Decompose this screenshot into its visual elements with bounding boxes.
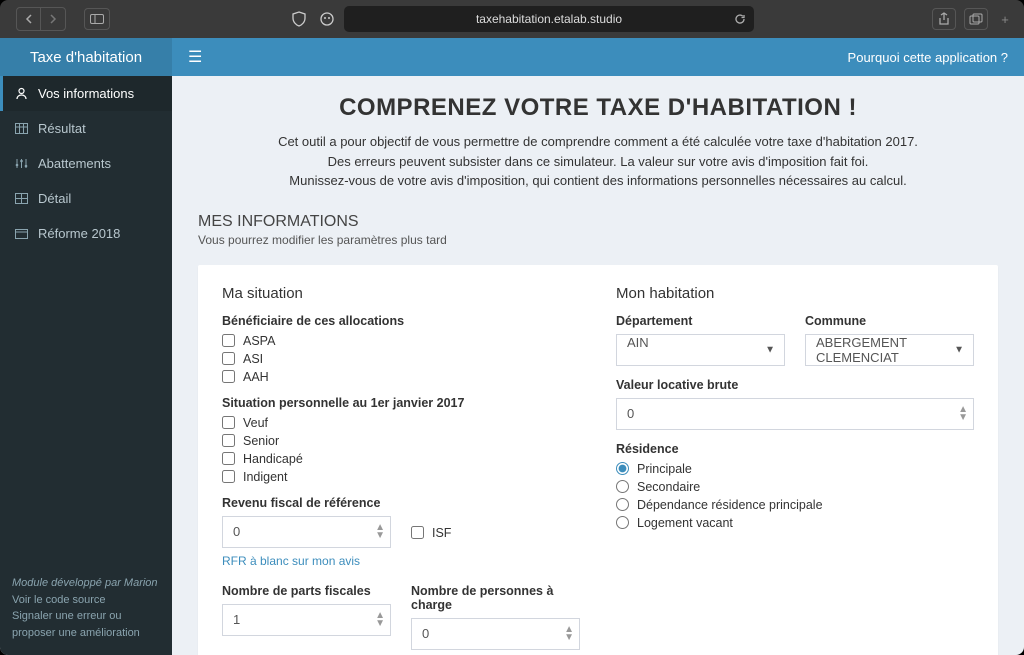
charge-input[interactable] bbox=[411, 618, 580, 650]
sidebar-item-label: Résultat bbox=[38, 121, 86, 136]
sidebar-item-reforme[interactable]: Réforme 2018 bbox=[0, 216, 172, 251]
vlb-input[interactable] bbox=[616, 398, 974, 430]
top-right-link[interactable]: Pourquoi cette application ? bbox=[848, 50, 1008, 65]
checkbox-handicape[interactable]: Handicapé bbox=[222, 452, 580, 466]
back-button[interactable] bbox=[17, 8, 41, 30]
url-text: taxehabitation.etalab.studio bbox=[476, 12, 622, 26]
rfr-input[interactable] bbox=[222, 516, 391, 548]
credit-text: Module développé par Marion bbox=[12, 575, 160, 592]
isf-label: ISF bbox=[432, 526, 451, 540]
sliders-icon bbox=[14, 157, 28, 170]
checkbox-veuf[interactable]: Veuf bbox=[222, 416, 580, 430]
sidebar-toggle-icon[interactable] bbox=[84, 8, 110, 30]
rfr-label: Revenu fiscal de référence bbox=[222, 496, 391, 510]
checkbox-indigent[interactable]: Indigent bbox=[222, 470, 580, 484]
commune-select[interactable]: ABERGEMENT CLEMENCIAT bbox=[805, 334, 974, 366]
browser-chrome: taxehabitation.etalab.studio + bbox=[0, 0, 1024, 38]
sidebar-item-label: Abattements bbox=[38, 156, 111, 171]
radio-principale[interactable]: Principale bbox=[616, 462, 974, 476]
sidebar-item-label: Vos informations bbox=[38, 86, 134, 101]
sidebar-item-vos-informations[interactable]: Vos informations bbox=[0, 76, 172, 111]
rfr-blank-link[interactable]: RFR à blanc sur mon avis bbox=[222, 554, 360, 568]
dept-label: Département bbox=[616, 314, 785, 328]
topbar: ☰ Pourquoi cette application ? bbox=[172, 38, 1024, 76]
bug-icon[interactable] bbox=[316, 8, 338, 30]
app-brand[interactable]: Taxe d'habitation bbox=[0, 38, 172, 76]
nav-buttons bbox=[16, 7, 66, 31]
checkbox-senior[interactable]: Senior bbox=[222, 434, 580, 448]
habitation-heading: Mon habitation bbox=[616, 285, 974, 302]
tabs-icon[interactable] bbox=[964, 8, 988, 30]
commune-label: Commune bbox=[805, 314, 974, 328]
dept-select[interactable]: AIN bbox=[616, 334, 785, 366]
new-tab-icon[interactable]: + bbox=[996, 12, 1014, 27]
checkbox-asi[interactable]: ASI bbox=[222, 352, 580, 366]
forward-button[interactable] bbox=[41, 8, 65, 30]
grid-icon bbox=[14, 193, 28, 204]
radio-vacant[interactable]: Logement vacant bbox=[616, 516, 974, 530]
perso-label: Situation personnelle au 1er janvier 201… bbox=[222, 396, 580, 410]
sidebar-item-abattements[interactable]: Abattements bbox=[0, 146, 172, 181]
radio-secondaire[interactable]: Secondaire bbox=[616, 480, 974, 494]
sidebar-item-label: Réforme 2018 bbox=[38, 226, 120, 241]
parts-input[interactable] bbox=[222, 604, 391, 636]
sidebar-footer: Module développé par Marion Voir le code… bbox=[0, 565, 172, 655]
hamburger-icon[interactable]: ☰ bbox=[188, 47, 202, 67]
parts-label: Nombre de parts fiscales bbox=[222, 584, 391, 598]
situation-heading: Ma situation bbox=[222, 285, 580, 302]
vlb-label: Valeur locative brute bbox=[616, 378, 974, 392]
section-title: MES INFORMATIONS bbox=[198, 213, 998, 231]
url-field[interactable]: taxehabitation.etalab.studio bbox=[344, 6, 754, 32]
sidebar-item-detail[interactable]: Détail bbox=[0, 181, 172, 216]
report-link[interactable]: Signaler une erreur ou proposer une amél… bbox=[12, 608, 160, 641]
residence-label: Résidence bbox=[616, 442, 974, 456]
calendar-icon bbox=[14, 228, 28, 239]
habitation-column: Mon habitation Département AIN ▼ bbox=[616, 285, 974, 650]
sidebar-item-resultat[interactable]: Résultat bbox=[0, 111, 172, 146]
radio-dependance[interactable]: Dépendance résidence principale bbox=[616, 498, 974, 512]
section-subtitle: Vous pourrez modifier les paramètres plu… bbox=[198, 233, 998, 247]
share-icon[interactable] bbox=[932, 8, 956, 30]
source-link[interactable]: Voir le code source bbox=[12, 592, 160, 609]
sidebar-item-label: Détail bbox=[38, 191, 71, 206]
table-icon bbox=[14, 123, 28, 134]
sidebar: Taxe d'habitation Vos informations Résul… bbox=[0, 38, 172, 655]
reload-icon[interactable] bbox=[734, 13, 746, 25]
checkbox-aah[interactable]: AAH bbox=[222, 370, 580, 384]
user-icon bbox=[14, 87, 28, 100]
charge-label: Nombre de personnes à charge bbox=[411, 584, 580, 612]
intro-text: Cet outil a pour objectif de vous permet… bbox=[198, 132, 998, 191]
tracking-shield-icon[interactable] bbox=[288, 8, 310, 30]
situation-column: Ma situation Bénéficiaire de ces allocat… bbox=[222, 285, 580, 650]
page-title: COMPRENEZ VOTRE TAXE D'HABITATION ! bbox=[198, 94, 998, 122]
checkbox-aspa[interactable]: ASPA bbox=[222, 334, 580, 348]
alloc-label: Bénéficiaire de ces allocations bbox=[222, 314, 580, 328]
checkbox-isf[interactable] bbox=[411, 526, 424, 539]
form-card: Ma situation Bénéficiaire de ces allocat… bbox=[198, 265, 998, 655]
content: COMPRENEZ VOTRE TAXE D'HABITATION ! Cet … bbox=[172, 76, 1024, 655]
